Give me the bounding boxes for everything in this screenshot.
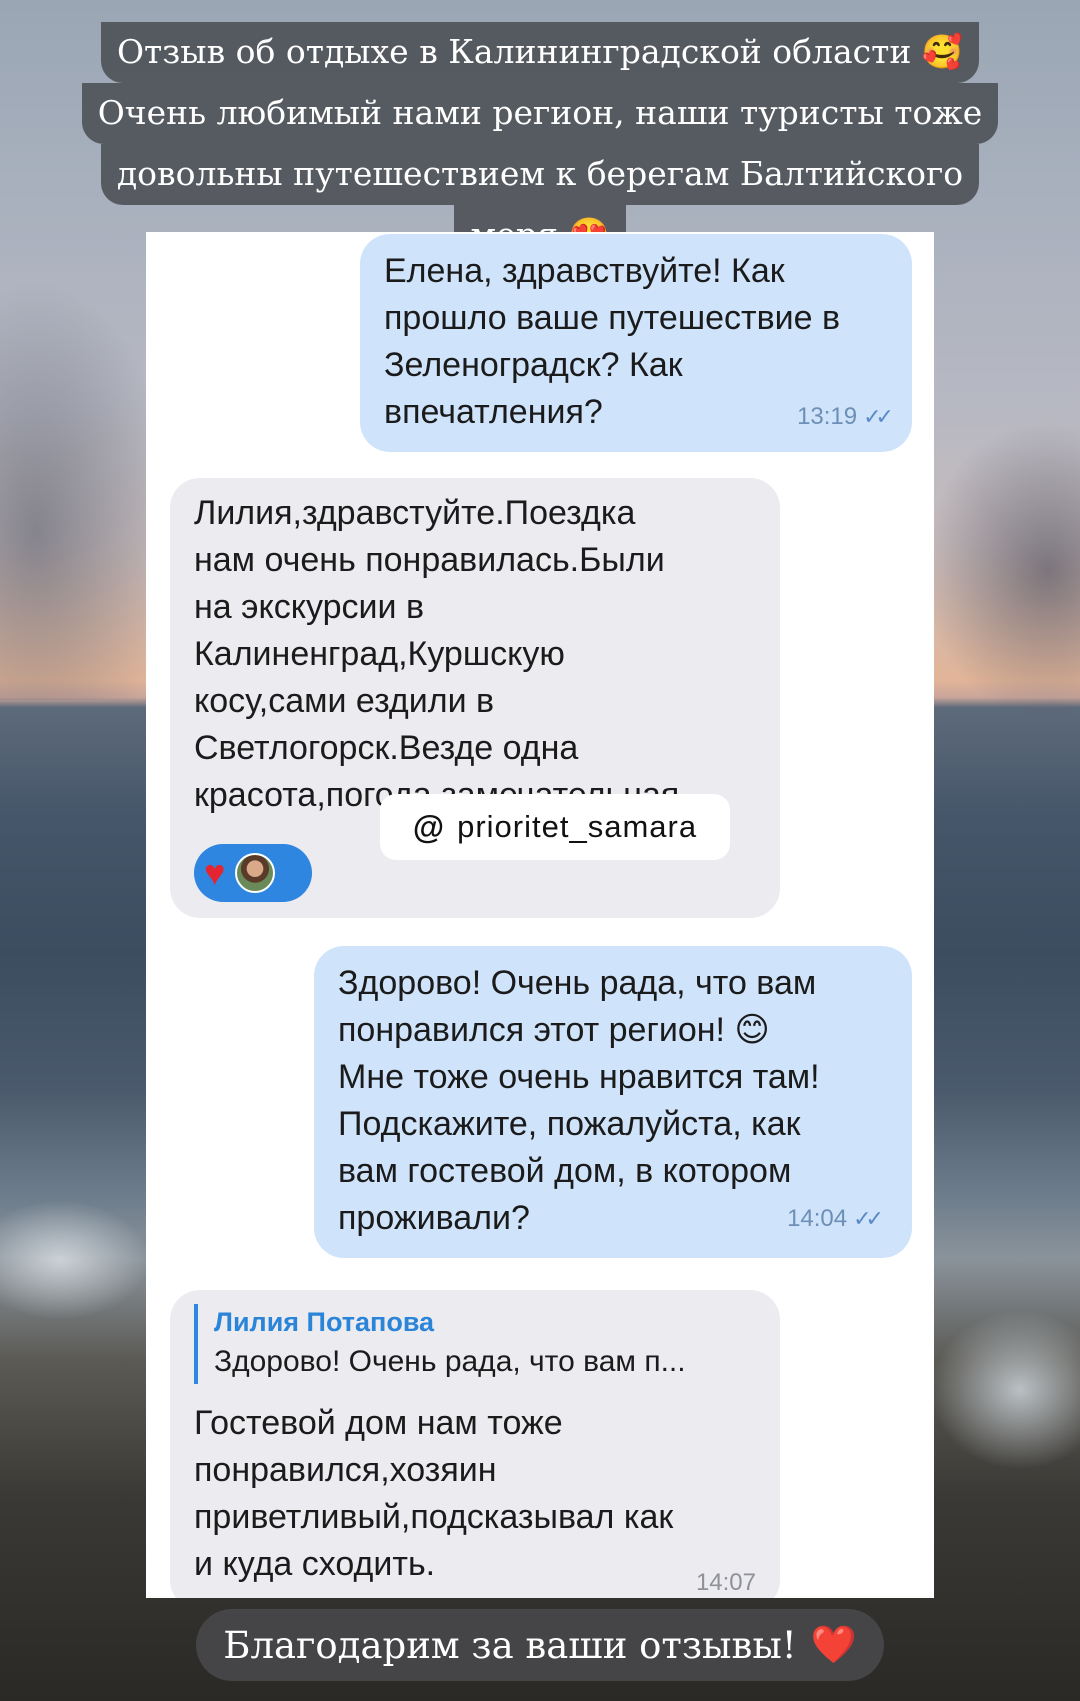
message-time: 14:04: [787, 1205, 848, 1232]
double-check-icon: ✓✓: [863, 404, 894, 429]
heart-emoji-icon: ❤️: [810, 1623, 857, 1666]
message-meta: 14:07: [696, 1559, 756, 1598]
outgoing-message[interactable]: Елена, здравствуйте! Как прошло ваше пут…: [360, 234, 912, 452]
double-check-icon: ✓✓: [853, 1206, 884, 1231]
sea-foam-right: [930, 1310, 1080, 1470]
watermark-handle: prioritet_samara: [457, 809, 698, 844]
reply-author: Лилия Потапова: [214, 1307, 435, 1337]
caption-line: Отзыв об отдыхе в Калининградской област…: [101, 22, 979, 83]
chat-screenshot-card: Елена, здравствуйте! Как прошло ваше пут…: [146, 232, 934, 1598]
story-caption-bottom: Благодарим за ваши отзывы! ❤️: [196, 1609, 884, 1681]
incoming-message[interactable]: Лилия Потапова Здорово! Очень рада, что …: [170, 1290, 780, 1598]
message-meta: 14:04 ✓✓: [787, 1195, 884, 1242]
message-time: 14:07: [695, 1569, 756, 1596]
reply-snippet: Здорово! Очень рада, что вам п...: [214, 1345, 686, 1378]
message-text: Гостевой дом нам тоже понравился,хозяин …: [194, 1404, 674, 1583]
sea-foam-left: [0, 1200, 150, 1320]
instagram-handle-watermark: @ prioritet_samara: [380, 794, 730, 860]
outgoing-message[interactable]: Здорово! Очень рада, что вам понравился …: [314, 946, 912, 1258]
caption-line: довольны путешествием к берегам Балтийск…: [100, 144, 980, 205]
message-time: 13:19: [797, 403, 858, 430]
message-meta: 13:19 ✓✓: [797, 393, 894, 440]
story-caption-top: Отзыв об отдыхе в Калининградской област…: [0, 22, 1080, 266]
heart-icon: ♥: [204, 852, 226, 893]
at-icon: @: [412, 808, 446, 845]
message-text: Лилия,здравстуйте.Поездка нам очень понр…: [194, 494, 689, 814]
caption-line: Очень любимый нами регион, наши туристы …: [81, 83, 999, 144]
reaction-chip[interactable]: ♥: [194, 844, 312, 902]
caption-bottom-text: Благодарим за ваши отзывы!: [223, 1623, 797, 1667]
sky-clouds-right: [920, 420, 1080, 720]
avatar: [235, 853, 276, 893]
reply-quote[interactable]: Лилия Потапова Здорово! Очень рада, что …: [194, 1304, 756, 1384]
